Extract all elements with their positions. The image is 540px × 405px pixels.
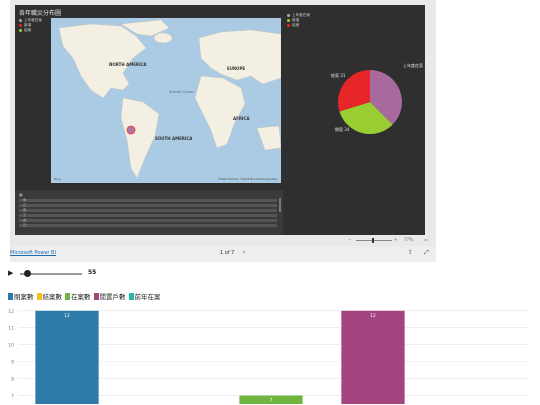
table-row[interactable]: 己	[19, 223, 277, 227]
zoom-bar: − + 77% ▭	[10, 236, 436, 245]
fit-page-icon[interactable]: ▭	[424, 237, 428, 242]
y-tick-label: 12	[8, 309, 14, 315]
table-row[interactable]: 乙	[19, 203, 277, 207]
share-icon[interactable]: ⇪	[408, 249, 413, 256]
y-tick-label: 11	[8, 326, 14, 332]
pie-data-label: 上年度在案 39	[403, 62, 425, 68]
continent-label: EUROPE	[227, 66, 246, 71]
bar-legend-label: 在案數	[71, 293, 91, 301]
zoom-level: 77%	[404, 237, 413, 242]
y-tick-label: 8	[11, 377, 14, 383]
bar-legend-label: 結案數	[42, 293, 63, 301]
table-row[interactable]: 戊	[19, 218, 277, 222]
bar-chart[interactable]: 7 8 9 10 11 12 12 7 12	[0, 302, 540, 405]
table-visual[interactable]: ▦ 甲乙丙丁戊己	[15, 190, 283, 235]
bar[interactable]	[341, 310, 405, 404]
bar-data-label: 12	[64, 313, 70, 319]
bar-legend-item[interactable]: 閒置戶數	[93, 293, 126, 301]
y-tick-label: 10	[8, 343, 14, 349]
bar-legend-item[interactable]: 在案數	[65, 293, 91, 301]
bar-legend: 閉案數 結案數 在案數 閒置戶數 前年在案	[8, 291, 164, 301]
y-tick-label: 9	[11, 360, 14, 366]
legend-dot-icon	[19, 23, 22, 27]
table-cell: 丙	[23, 208, 27, 212]
map-legend: 上年度在案 新增 結案	[19, 18, 42, 33]
table-row[interactable]: 丙	[19, 208, 277, 212]
year-slider-knob[interactable]	[24, 270, 31, 277]
map-visual[interactable]: 各年職災分布圖 上年度在案 新增 結案 NORTH AMERICA EUROPE…	[15, 5, 283, 185]
year-value: 55	[88, 269, 97, 276]
pie-data-label: 結案 31	[331, 72, 346, 78]
ocean-label: Atlantic Ocean	[169, 90, 194, 94]
legend-swatch-icon	[36, 293, 42, 300]
bar[interactable]	[35, 310, 99, 404]
map-title: 各年職災分布圖	[19, 10, 62, 17]
bar-legend-label: 閉案數	[14, 293, 34, 301]
year-player: ▶ 55	[8, 268, 208, 280]
powerbi-link[interactable]: Microsoft Power BI	[10, 250, 56, 256]
table-cell: 乙	[23, 203, 27, 207]
table-row[interactable]: 丁	[19, 213, 277, 217]
continent-label: SOUTH AMERICA	[155, 136, 193, 141]
table-cell: 甲	[23, 198, 27, 202]
table-row[interactable]: 甲	[19, 198, 277, 202]
bar-legend-item[interactable]: 結案數	[36, 293, 63, 301]
pie-visual[interactable]: 上年度在案 新增 結案 上年度在案 39閉案 34結案 31	[285, 5, 425, 185]
zoom-slider-knob[interactable]	[372, 238, 374, 243]
powerbi-embed: 各年職災分布圖 上年度在案 新增 結案 NORTH AMERICA EUROPE…	[10, 0, 436, 262]
bar-legend-item[interactable]: 閉案數	[8, 293, 34, 301]
legend-swatch-icon	[8, 293, 13, 300]
continent-label: AFRICA	[233, 116, 250, 121]
zoom-slider[interactable]	[356, 240, 392, 241]
table-cell: 戊	[23, 218, 27, 222]
legend-dot-icon	[19, 28, 22, 32]
pie-chart[interactable]: 上年度在案 39 閉案 34 結案 31	[285, 5, 425, 185]
zoom-in-icon[interactable]: +	[394, 237, 397, 242]
bar-data-label: 7	[270, 398, 273, 404]
table-cell: 己	[23, 223, 27, 227]
legend-dot-icon	[19, 18, 22, 22]
continent-label: NORTH AMERICA	[109, 62, 147, 67]
legend-swatch-icon	[128, 293, 134, 300]
map-bubble[interactable]	[126, 125, 136, 135]
next-page-icon[interactable]: ›	[243, 249, 245, 256]
bar-legend-label: 前年在案	[134, 293, 161, 301]
legend-swatch-icon	[65, 293, 70, 300]
map-land	[58, 19, 281, 179]
report-canvas: 各年職災分布圖 上年度在案 新增 結案 NORTH AMERICA EUROPE…	[15, 5, 425, 235]
pie-data-label: 閉案 34	[335, 126, 350, 132]
legend-swatch-icon	[93, 293, 99, 300]
table-cell: 丁	[23, 213, 27, 217]
zoom-out-icon[interactable]: −	[348, 237, 351, 242]
powerbi-footer: Microsoft Power BI 1 of 7 › ⇪ ⤢	[10, 246, 436, 262]
page-indicator: 1 of 7	[220, 250, 235, 256]
bar-data-label: 12	[370, 313, 376, 319]
y-tick-label: 7	[11, 394, 14, 400]
bar-legend-item[interactable]: 前年在案	[128, 293, 161, 301]
bar-legend-label: 閒置戶數	[99, 293, 126, 301]
table-header-icon: ▦	[19, 192, 23, 197]
map-credit: ©2023 TomTom, ©2023 Microsoft Corporatio…	[217, 178, 278, 181]
scrollbar[interactable]	[279, 198, 281, 212]
fullscreen-icon[interactable]: ⤢	[424, 249, 429, 257]
world-map[interactable]: NORTH AMERICA EUROPE AFRICA SOUTH AMERIC…	[51, 18, 281, 183]
play-icon[interactable]: ▶	[8, 269, 13, 277]
bing-logo: Bing	[54, 177, 61, 181]
map-legend-item-2[interactable]: 結案	[19, 28, 42, 33]
